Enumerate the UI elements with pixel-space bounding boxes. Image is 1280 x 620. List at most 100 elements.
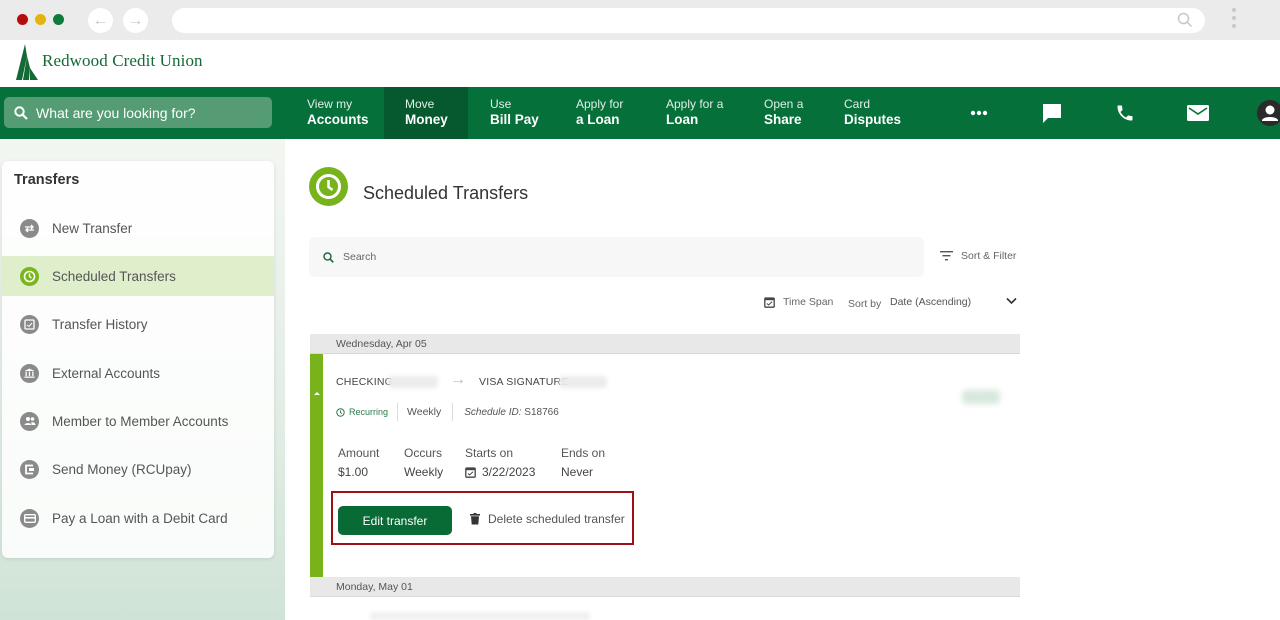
user-icon xyxy=(1257,100,1280,126)
site-search-placeholder: What are you looking for? xyxy=(36,104,196,121)
minimize-window-button[interactable] xyxy=(35,14,46,25)
transfer-meta: Recurring Weekly Schedule ID: S18766 xyxy=(336,402,559,422)
starts-on-field: Starts on 3/22/2023 xyxy=(465,446,535,479)
to-account: VISA SIGNATURE xyxy=(479,376,569,388)
field-label: Starts on xyxy=(465,446,514,460)
nav-line1: Use xyxy=(490,97,512,111)
calendar-icon xyxy=(764,297,775,308)
nav-bill-pay[interactable]: Use Bill Pay xyxy=(468,87,556,139)
frequency: Weekly xyxy=(398,403,454,421)
collapse-toggle[interactable] xyxy=(310,354,323,577)
time-span-button[interactable]: Time Span xyxy=(764,296,833,308)
mail-button[interactable] xyxy=(1178,87,1218,139)
search-icon xyxy=(323,251,334,263)
sidebar-title: Transfers xyxy=(14,172,80,188)
ends-on-field: Ends on Never xyxy=(561,446,605,479)
nav-open-share[interactable]: Open a Share xyxy=(738,87,826,139)
chevron-down-icon xyxy=(1006,297,1017,305)
brand-name[interactable]: Redwood Credit Union xyxy=(42,51,203,71)
search-placeholder: Search xyxy=(343,251,377,263)
sidebar-item-label: Send Money (RCUpay) xyxy=(52,461,192,477)
sidebar-item-pay-loan-debit[interactable]: Pay a Loan with a Debit Card xyxy=(2,498,274,538)
browser-menu-icon[interactable] xyxy=(1230,8,1238,34)
edit-transfer-button[interactable]: Edit transfer xyxy=(338,506,452,535)
close-window-button[interactable] xyxy=(17,14,28,25)
transfers-search-input[interactable]: Search xyxy=(309,237,924,277)
nav-move-money[interactable]: Move Money xyxy=(384,87,468,139)
amount-field: Amount $1.00 xyxy=(338,446,379,479)
masked-account-number xyxy=(559,376,607,388)
page-title: Scheduled Transfers xyxy=(363,183,529,203)
clock-icon xyxy=(336,407,345,417)
profile-button[interactable] xyxy=(1250,87,1280,139)
nav-line2: Accounts xyxy=(307,112,369,127)
field-value: 3/22/2023 xyxy=(465,465,535,479)
nav-line2: a Loan xyxy=(576,112,620,127)
send-money-icon xyxy=(20,459,39,479)
transfer-arrows-icon xyxy=(20,218,39,238)
chat-button[interactable] xyxy=(1032,87,1072,139)
maximize-window-button[interactable] xyxy=(53,14,64,25)
masked-amount xyxy=(962,390,1000,404)
sort-by-label: Sort by xyxy=(848,298,882,310)
browser-forward-button[interactable]: → xyxy=(123,8,148,33)
bank-icon xyxy=(20,363,39,383)
search-icon xyxy=(14,105,28,120)
browser-back-button[interactable]: ← xyxy=(88,8,113,33)
field-value: Weekly xyxy=(404,465,444,479)
sidebar-item-label: Member to Member Accounts xyxy=(52,413,229,429)
nav-apply-loan[interactable]: Apply for a Loan xyxy=(556,87,646,139)
sidebar-item-member-to-member[interactable]: Member to Member Accounts xyxy=(2,401,274,441)
schedule-id: Schedule ID: S18766 xyxy=(453,407,559,418)
nav-line1: Apply for a xyxy=(666,97,724,111)
nav-card-disputes[interactable]: Card Disputes xyxy=(826,87,926,139)
logo-bar: Redwood Credit Union xyxy=(0,40,1280,87)
browser-chrome: ← → xyxy=(0,0,1280,40)
time-span-label: Time Span xyxy=(783,296,834,308)
field-label: Occurs xyxy=(404,446,443,460)
sidebar-item-new-transfer[interactable]: New Transfer xyxy=(2,208,274,248)
sidebar-item-scheduled-transfers[interactable]: Scheduled Transfers xyxy=(2,256,274,296)
phone-button[interactable] xyxy=(1105,87,1145,139)
field-value: $1.00 xyxy=(338,465,369,479)
sort-by-select[interactable]: Date (Ascending) xyxy=(890,296,1020,312)
nav-apply-loan-2[interactable]: Apply for a Loan xyxy=(646,87,738,139)
nav-line1: Open a xyxy=(764,97,804,111)
arrow-left-icon: ← xyxy=(92,12,109,29)
nav-view-accounts[interactable]: View my Accounts xyxy=(296,87,384,139)
field-value: Never xyxy=(561,465,594,479)
nav-line1: Card xyxy=(844,97,871,111)
history-icon xyxy=(20,314,39,334)
site-search-input[interactable]: What are you looking for? xyxy=(4,97,272,128)
sort-filter-label: Sort & Filter xyxy=(961,250,1017,262)
nav-line2: Share xyxy=(764,112,802,127)
sidebar-item-transfer-history[interactable]: Transfer History xyxy=(2,304,274,344)
masked-account-number xyxy=(388,376,438,388)
sidebar-item-send-money[interactable]: Send Money (RCUpay) xyxy=(2,449,274,489)
delete-scheduled-transfer-button[interactable]: Delete scheduled transfer xyxy=(470,512,625,526)
search-icon xyxy=(1177,12,1193,28)
sidebar-item-label: Pay a Loan with a Debit Card xyxy=(52,510,228,526)
address-bar[interactable] xyxy=(172,8,1205,33)
scheduled-clock-icon xyxy=(309,167,348,206)
delete-label: Delete scheduled transfer xyxy=(488,512,625,526)
recurring-label: Recurring xyxy=(349,407,389,417)
field-label: Ends on xyxy=(561,446,606,460)
arrow-right-icon: → xyxy=(450,371,466,388)
schedule-id-value: S18766 xyxy=(524,406,559,418)
more-button[interactable] xyxy=(959,87,999,139)
next-transfer-preview xyxy=(370,612,590,620)
sidebar-item-label: Transfer History xyxy=(52,316,148,332)
nav-line2: Disputes xyxy=(844,112,902,127)
card-icon xyxy=(20,508,39,528)
from-account: CHECKING xyxy=(336,376,394,388)
redwood-logo-icon[interactable] xyxy=(16,44,38,80)
caret-up-icon xyxy=(314,392,320,395)
nav-line1: View my xyxy=(307,97,353,111)
nav-line1: Move xyxy=(405,97,435,111)
sidebar-item-label: New Transfer xyxy=(52,220,133,236)
sort-filter-button[interactable]: Sort & Filter xyxy=(940,250,1016,262)
sidebar-item-label: Scheduled Transfers xyxy=(52,268,176,284)
sidebar-item-external-accounts[interactable]: External Accounts xyxy=(2,353,274,393)
scheduled-transfer-card: CHECKING → VISA SIGNATURE Recurring Week… xyxy=(310,354,1020,577)
